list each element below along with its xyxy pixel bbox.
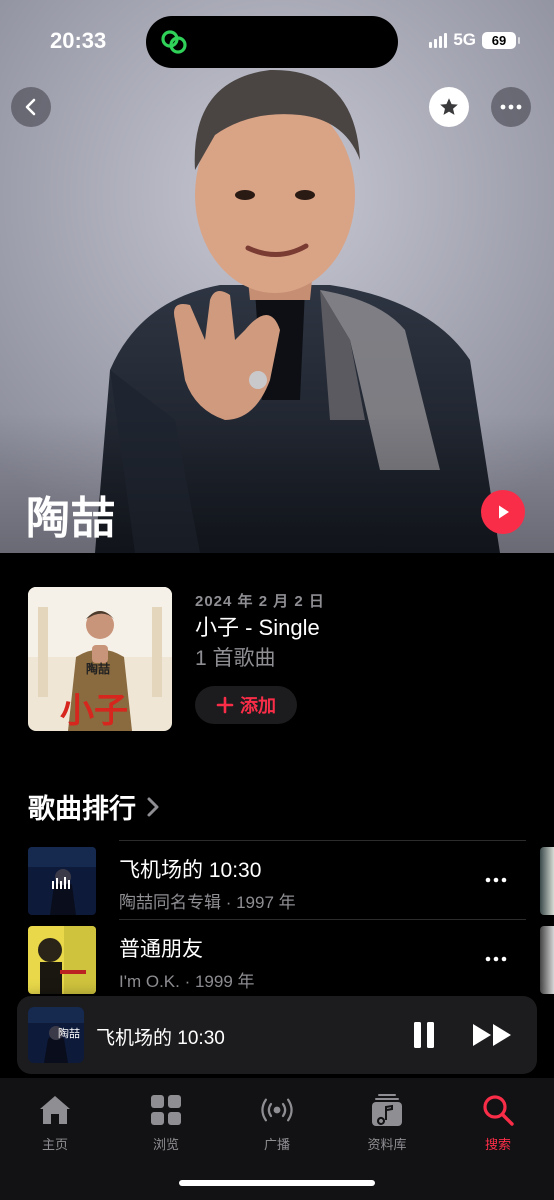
tab-library[interactable]: 资料库 [347,1092,427,1153]
network-type: 5G [453,30,476,49]
artist-hero [0,0,554,553]
song-more-button[interactable] [484,868,508,892]
release-date: 2024 年 2 月 2 日 [195,593,325,610]
more-button[interactable] [491,87,531,127]
song-subtitle: 陶喆同名专辑 · 1997 年 [119,893,296,912]
search-icon [480,1092,516,1128]
status-indicators: 5G 69 [429,30,520,50]
tab-home[interactable]: 主页 [15,1092,95,1153]
divider [119,919,526,920]
play-icon [499,505,509,519]
release-title[interactable]: 小子 - Single [195,610,320,642]
song-art [28,926,96,994]
tab-label: 搜索 [484,1137,511,1152]
ellipsis-icon [485,877,507,883]
signal-icon [429,32,448,48]
top-songs-title: 歌曲排行 [28,794,136,824]
add-label: 添加 [240,696,276,716]
tab-label: 主页 [41,1137,68,1152]
next-page-art [540,926,554,994]
battery-icon: 69 [482,31,520,49]
artist-name: 陶喆 [26,494,116,543]
top-songs-header[interactable]: 歌曲排行 [28,787,160,826]
home-indicator[interactable] [179,1180,375,1186]
song-title: 普通朋友 [119,938,203,961]
song-art [28,847,96,915]
mini-player[interactable]: 陶喆 飞机场的 10:30 [17,996,537,1074]
cover-artist-text: 陶喆 [86,662,111,676]
song-row[interactable]: 普通朋友 I'm O.K. · 1999 年 [28,921,526,994]
now-playing-art-text: 陶喆 [58,1028,80,1040]
song-subtitle: I'm O.K. · 1999 年 [119,972,255,991]
back-button[interactable] [11,87,51,127]
library-icon [369,1092,405,1128]
battery-level: 69 [491,32,507,48]
next-page-art [540,847,554,915]
play-artist-button[interactable] [481,490,525,534]
tab-browse[interactable]: 浏览 [126,1092,206,1153]
tab-label: 浏览 [152,1137,179,1152]
song-row[interactable]: 飞机场的 10:30 陶喆同名专辑 · 1997 年 [28,842,526,915]
chevron-left-icon [25,98,36,116]
tab-label: 广播 [263,1137,290,1152]
divider [119,840,526,841]
favorite-button[interactable] [429,87,469,127]
tab-radio[interactable]: 广播 [237,1092,317,1153]
ellipsis-icon [485,956,507,962]
tab-search[interactable]: 搜索 [458,1092,538,1153]
song-title: 飞机场的 10:30 [119,859,262,882]
link-icon [161,30,187,54]
dynamic-island[interactable] [146,16,398,68]
star-icon [440,98,458,115]
status-time: 20:33 [50,28,107,53]
add-button[interactable]: 添加 [195,686,297,724]
song-more-button[interactable] [484,947,508,971]
radio-icon [259,1092,295,1128]
chevron-right-icon [147,797,159,816]
release-track-count: 1 首歌曲 [195,647,276,670]
latest-release-cover[interactable]: 陶喆 小子 [28,587,172,731]
plus-icon [216,696,234,714]
cover-title-text: 小子 [60,693,128,730]
home-icon [37,1092,73,1128]
tab-label: 资料库 [367,1137,407,1152]
now-playing-title: 飞机场的 10:30 [96,1028,225,1049]
grid-icon [148,1092,184,1128]
pause-icon[interactable] [409,1020,439,1050]
ellipsis-icon [500,104,522,110]
now-playing-art: 陶喆 [28,1007,84,1063]
forward-icon[interactable] [471,1020,515,1050]
